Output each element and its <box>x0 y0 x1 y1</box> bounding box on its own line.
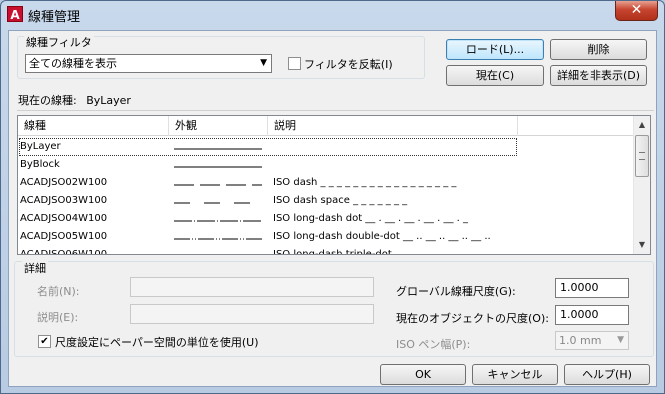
linetype-filter-dropdown[interactable]: 全ての線種を表示 ▼ <box>25 54 272 73</box>
linetype-preview <box>174 184 262 186</box>
linetype-description: ISO dash space _ _ _ _ _ _ _ <box>273 195 408 206</box>
chevron-down-icon: ▼ <box>260 58 267 68</box>
linetype-description: ISO long-dash dot __ . __ . __ . __ . __… <box>273 213 468 224</box>
close-icon: ✕ <box>630 2 643 18</box>
scroll-down-icon[interactable]: ▼ <box>634 237 650 253</box>
autocad-app-icon: A <box>7 6 23 22</box>
linetype-name: ByLayer <box>20 141 61 152</box>
column-header-linetype[interactable]: 線種 <box>18 116 169 136</box>
list-row-iso05[interactable]: ACADJSO05W100 ISO long-dash double-dot _… <box>18 228 634 246</box>
linetype-list[interactable]: 線種 外観 説明 ByLayer ByBlock ACADJSO02W100 I… <box>17 115 651 255</box>
selection-focus-rect <box>19 138 517 156</box>
linetype-preview <box>174 202 262 204</box>
list-vertical-scrollbar[interactable]: ▲ ▼ <box>633 116 650 254</box>
invert-filter-label[interactable]: フィルタを反転(I) <box>304 56 393 72</box>
list-row-partial[interactable]: ACADJSO06W100 ISO long-dash triple-dot <box>18 246 634 255</box>
linetype-preview <box>174 166 262 168</box>
linetype-name: ACADJSO04W100 <box>20 213 108 224</box>
description-label: 説明(E): <box>37 311 79 324</box>
global-scale-input[interactable]: 1.0000 <box>555 278 629 298</box>
close-button[interactable]: ✕ <box>615 1 658 21</box>
ok-button[interactable]: OK <box>380 364 466 385</box>
iso-pen-width-label: ISO ペン幅(P): <box>396 338 471 351</box>
delete-button[interactable]: 削除 <box>550 39 647 60</box>
chevron-down-icon: ▼ <box>617 335 624 345</box>
help-button[interactable]: ヘルプ(H) <box>564 364 650 385</box>
object-scale-input[interactable]: 1.0000 <box>555 305 629 325</box>
object-scale-label: 現在のオブジェクトの尺度(O): <box>396 312 549 325</box>
title-bar[interactable]: A 線種管理 ✕ <box>1 1 664 29</box>
current-linetype-label: 現在の線種: <box>18 94 77 107</box>
invert-filter-checkbox[interactable] <box>288 57 301 70</box>
linetype-manager-window: A 線種管理 ✕ 線種フィルタ 全ての線種を表示 ▼ フィルタを反転(I) ロー… <box>0 0 665 394</box>
list-row-iso03[interactable]: ACADJSO03W100 ISO dash space _ _ _ _ _ _… <box>18 192 634 210</box>
iso-pen-width-value: 1.0 mm <box>559 334 602 347</box>
paper-space-units-label[interactable]: 尺度設定にペーパー空間の単位を使用(U) <box>55 334 259 350</box>
linetype-name: ACADJSO02W100 <box>20 177 108 188</box>
dialog-client-area: 線種フィルタ 全ての線種を表示 ▼ フィルタを反転(I) ロード(L)... 削… <box>8 30 657 387</box>
linetype-filter-label: 線種フィルタ <box>24 34 94 50</box>
details-group-label: 詳細 <box>22 260 48 276</box>
linetype-preview <box>174 148 262 150</box>
description-field[interactable] <box>130 304 374 324</box>
linetype-preview <box>174 220 262 222</box>
scroll-up-icon[interactable]: ▲ <box>634 117 650 133</box>
window-title: 線種管理 <box>28 10 81 25</box>
paper-space-units-checkbox[interactable]: ✔ <box>38 335 51 348</box>
global-scale-label: グローバル線種尺度(G): <box>396 285 516 298</box>
linetype-name: ACADJSO06W100 <box>20 249 108 255</box>
current-linetype-bar: 現在の線種: ByLayer <box>17 92 654 111</box>
hide-details-button[interactable]: 詳細を非表示(D) <box>550 65 647 86</box>
current-linetype-value: ByLayer <box>86 94 131 107</box>
column-header-appearance[interactable]: 外観 <box>169 116 268 136</box>
load-button[interactable]: ロード(L)... <box>446 39 544 60</box>
linetype-name: ByBlock <box>20 159 60 170</box>
iso-pen-width-dropdown[interactable]: 1.0 mm ▼ <box>555 331 629 350</box>
linetype-description: ISO long-dash triple-dot <box>273 249 392 255</box>
name-field[interactable] <box>130 277 374 297</box>
linetype-description: ISO dash _ _ _ _ _ _ _ _ _ _ _ _ _ _ _ _… <box>273 177 457 188</box>
list-row-bylayer[interactable]: ByLayer <box>18 138 634 156</box>
linetype-name: ACADJSO03W100 <box>20 195 108 206</box>
list-row-iso04[interactable]: ACADJSO04W100 ISO long-dash dot __ . __ … <box>18 210 634 228</box>
checkmark-icon: ✔ <box>40 336 49 347</box>
list-row-iso02[interactable]: ACADJSO02W100 ISO dash _ _ _ _ _ _ _ _ _… <box>18 174 634 192</box>
set-current-button[interactable]: 現在(C) <box>446 65 544 86</box>
linetype-filter-value: 全ての線種を表示 <box>29 57 117 70</box>
linetype-preview <box>174 238 262 240</box>
scroll-thumb[interactable] <box>635 135 649 177</box>
list-header: 線種 外観 説明 <box>18 116 634 136</box>
name-label: 名前(N): <box>37 285 80 298</box>
list-row-byblock[interactable]: ByBlock <box>18 156 634 174</box>
column-header-description[interactable]: 説明 <box>268 116 518 136</box>
linetype-description: ISO long-dash double-dot __ .. __ .. __ … <box>273 231 491 242</box>
cancel-button[interactable]: キャンセル <box>472 364 558 385</box>
linetype-name: ACADJSO05W100 <box>20 231 108 242</box>
